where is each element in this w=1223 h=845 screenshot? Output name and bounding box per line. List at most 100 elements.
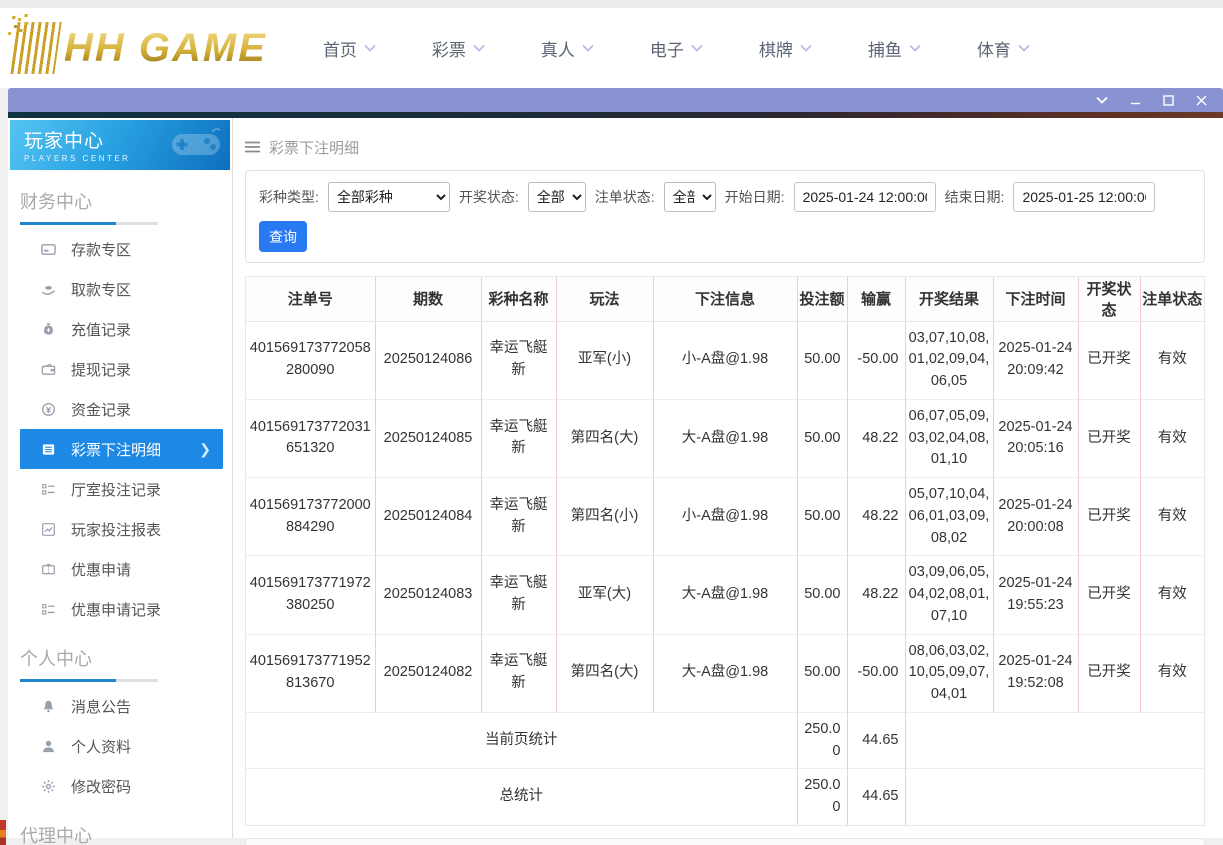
fund-record-icon: [40, 402, 56, 417]
table-cell: 有效: [1139, 476, 1204, 556]
nav-item-label: 体育: [976, 40, 1011, 60]
sidebar-item-资金记录[interactable]: 资金记录: [8, 389, 232, 429]
gamepad-icon: [168, 124, 224, 169]
section-underline: [20, 679, 158, 682]
sidebar-section-title-1: 个人中心: [20, 649, 92, 669]
table-row: 401569173772058280090 20250124086 幸运飞艇新 亚军(…: [246, 320, 1204, 400]
chevron-down-icon[interactable]: [1096, 96, 1108, 104]
start-date-input[interactable]: [793, 182, 936, 212]
nav-item-2[interactable]: 真人: [541, 36, 594, 61]
nav-item-4[interactable]: 棋牌: [759, 36, 812, 61]
sidebar-item-充值记录[interactable]: 充值记录: [8, 309, 232, 349]
breadcrumb: 彩票下注明细: [245, 130, 1205, 164]
table-cell: 48.22: [846, 555, 905, 634]
table-cell: 50.00: [796, 633, 847, 713]
chevron-down-icon: [473, 44, 485, 52]
table-cell: 第四名(大): [555, 398, 653, 478]
hamburger-icon[interactable]: [245, 141, 260, 153]
table-cell: 有效: [1139, 555, 1204, 634]
table-cell: 03,09,06,05,04,02,08,01,07,10: [904, 555, 993, 634]
sidebar-item-label: 取款专区: [71, 281, 132, 299]
chevron-down-icon: [909, 44, 921, 52]
table-cell: 50.00: [796, 476, 847, 556]
report-chart-icon: [40, 522, 56, 537]
column-header: 下注信息: [652, 277, 797, 322]
table-cell: 幸运飞艇新: [480, 555, 556, 634]
table-cell: 幸运飞艇新: [480, 476, 556, 556]
section-underline: [20, 222, 158, 225]
sidebar-item-取款专区[interactable]: 取款专区: [8, 269, 232, 309]
column-header: 投注额: [796, 277, 847, 322]
table-cell: 有效: [1139, 633, 1204, 713]
sidebar-item-优惠申请记录[interactable]: 优惠申请记录: [8, 589, 232, 629]
sidebar-item-修改密码[interactable]: 修改密码: [8, 766, 232, 806]
table-cell: 大-A盘@1.98: [652, 555, 797, 634]
table-cell: 小-A盘@1.98: [652, 320, 797, 400]
table-cell: 大-A盘@1.98: [652, 633, 797, 713]
minimize-icon[interactable]: [1130, 95, 1141, 106]
sidebar-item-优惠申请[interactable]: 优惠申请: [8, 549, 232, 589]
site-logo[interactable]: HH GAME: [10, 22, 267, 74]
bell-icon: [40, 699, 56, 714]
chevron-down-icon: [1018, 44, 1030, 52]
column-header: 下注时间: [992, 277, 1078, 322]
draw-status-label: 开奖状态:: [458, 189, 519, 205]
table-cell: 亚军(大): [555, 555, 653, 634]
sidebar-section-title-0: 财务中心: [20, 192, 92, 212]
table-cell: 50.00: [796, 320, 847, 400]
promo-record-icon: [40, 602, 56, 617]
pagination-bar: 每页显示20条 共5条 首页 上一页 1 下一页 第 页 跳转: [245, 837, 1205, 845]
nav-item-6[interactable]: 体育: [977, 36, 1030, 61]
table-cell: 第四名(大): [555, 633, 653, 713]
summary-empty-cell: [904, 768, 1204, 825]
table-row: 401569173772000884290 20250124084 幸运飞艇新 第四名…: [246, 476, 1204, 556]
search-button[interactable]: 查询: [259, 221, 307, 252]
sidebar-item-消息公告[interactable]: 消息公告: [8, 686, 232, 726]
chevron-down-icon: [364, 44, 376, 52]
sidebar-item-彩票下注明细[interactable]: 彩票下注明细 ❯: [20, 429, 223, 469]
end-date-input[interactable]: [1013, 182, 1156, 212]
summary-label: 总统计: [246, 768, 797, 825]
table-cell: 幸运飞艇新: [480, 320, 556, 400]
table-cell: 幸运飞艇新: [480, 633, 556, 713]
main-content: 彩票下注明细 彩种类型: 全部彩种 开奖状态: 全部 注单状态: 全部 开始日期…: [233, 118, 1223, 845]
order-status-select[interactable]: 全部: [663, 182, 716, 212]
bank-card-icon: [40, 242, 56, 257]
nav-item-0[interactable]: 首页: [323, 36, 376, 61]
summary-bet-total: 250.00: [796, 711, 847, 769]
nav-item-3[interactable]: 电子: [650, 36, 703, 61]
table-cell: 有效: [1139, 398, 1204, 478]
top-strip: [0, 0, 1223, 8]
sidebar-item-存款专区[interactable]: 存款专区: [8, 229, 232, 269]
sidebar-item-厅室投注记录[interactable]: 厅室投注记录: [8, 469, 232, 509]
table-cell: 20250124084: [374, 476, 481, 556]
close-icon[interactable]: [1196, 95, 1207, 106]
summary-win-loss: 44.65: [846, 768, 905, 825]
site-header: HH GAME 首页 彩票 真人 电子 棋牌 捕鱼 体育: [0, 0, 1223, 88]
sidebar-item-个人资料[interactable]: 个人资料: [8, 726, 232, 766]
draw-status-select[interactable]: 全部: [527, 182, 586, 212]
nav-item-5[interactable]: 捕鱼: [868, 36, 921, 61]
table-cell: 20250124086: [374, 320, 481, 400]
sidebar-section-title-2: 代理中心: [20, 826, 92, 845]
window-titlebar: [8, 88, 1223, 112]
sidebar-item-提现记录[interactable]: 提现记录: [8, 349, 232, 389]
filter-panel: 彩种类型: 全部彩种 开奖状态: 全部 注单状态: 全部 开始日期: 结束日期:: [245, 170, 1205, 263]
nav-item-1[interactable]: 彩票: [432, 36, 485, 61]
sidebar-item-玩家投注报表[interactable]: 玩家投注报表: [8, 509, 232, 549]
table-cell: 小-A盘@1.98: [652, 476, 797, 556]
lottery-type-select[interactable]: 全部彩种: [327, 182, 450, 212]
column-header: 期数: [374, 277, 481, 322]
table-cell: -50.00: [846, 633, 905, 713]
table-cell: 已开奖: [1077, 555, 1140, 634]
maximize-icon[interactable]: [1163, 94, 1174, 106]
table-cell: 幸运飞艇新: [480, 398, 556, 478]
sidebar-item-label: 彩票下注明细: [71, 441, 162, 459]
sidebar-item-label: 资金记录: [71, 401, 132, 419]
logo-text: HH GAME: [64, 25, 267, 70]
column-header: 玩法: [555, 277, 653, 322]
withdraw-hand-icon: [40, 282, 56, 297]
table-header-row: 注单号 期数 彩种名称 玩法 下注信息 投注额 输赢 开奖结果 下注时间 开奖状态 注单状态: [246, 277, 1204, 322]
table-cell: 2025-01-24 20:00:08: [992, 476, 1078, 556]
nav-item-label: 真人: [540, 40, 575, 60]
